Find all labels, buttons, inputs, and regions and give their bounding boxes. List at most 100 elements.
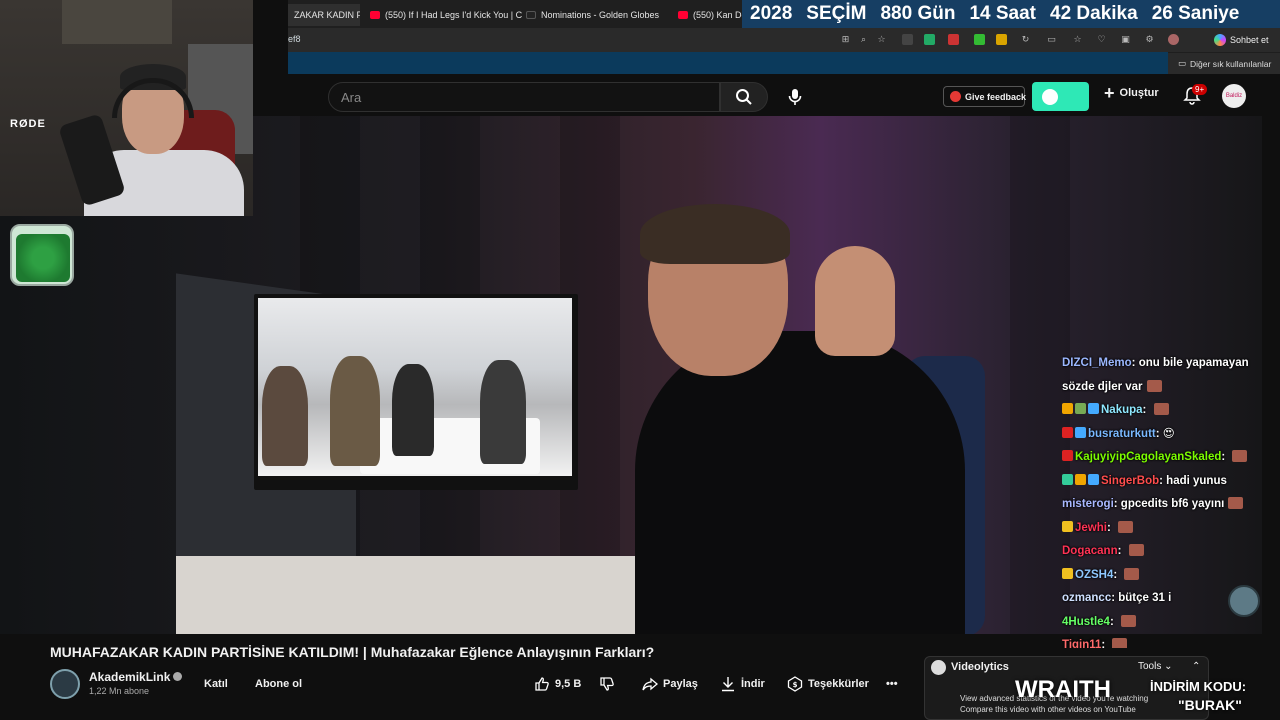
chat-username[interactable]: 4Hustle4 [1062, 616, 1110, 628]
chat-username[interactable]: OZSH4 [1075, 569, 1113, 581]
videolytics-title: Videolytics [951, 661, 1009, 673]
tab-kan-don[interactable]: (550) Kan Don [672, 4, 746, 26]
chat-message: OZSH4: [1062, 564, 1276, 588]
videolytics-line-2[interactable]: Compare this video with other videos on … [960, 705, 1136, 714]
chat-username[interactable]: Tigin11 [1062, 639, 1101, 648]
plus-icon: + [1104, 83, 1115, 103]
join-button[interactable]: Katıl [204, 672, 228, 696]
thumbs-up-icon [535, 677, 549, 691]
more-actions-button[interactable]: ••• [886, 672, 898, 696]
split-screen-icon[interactable]: ▭ [1046, 34, 1057, 45]
thanks-button[interactable]: $ Teşekkürler [787, 672, 869, 696]
chat-button-label: Sohbet et [1230, 35, 1269, 45]
other-favorites[interactable]: ▭ Diğer sık kullanılanlar [1178, 58, 1271, 69]
star-icon[interactable]: ☆ [876, 34, 887, 45]
scene-person [330, 356, 380, 466]
extension-icon[interactable] [996, 34, 1007, 45]
chat-username[interactable]: misterogi [1062, 498, 1114, 510]
apps-icon[interactable]: ⊞ [840, 34, 851, 45]
like-count: 9,5 B [555, 678, 582, 690]
extension-icon[interactable] [948, 34, 959, 45]
donation-jar-widget [10, 224, 74, 286]
download-button[interactable]: İndir [720, 672, 765, 696]
folder-icon: ▭ [1178, 58, 1187, 68]
chat-username[interactable]: busraturkutt [1088, 428, 1156, 440]
wall-shelf [62, 0, 172, 44]
search-input[interactable]: Ara [328, 82, 720, 112]
verified-icon [173, 672, 183, 681]
give-feedback-button[interactable]: Give feedback [943, 86, 1027, 107]
youtube-icon [370, 11, 380, 19]
chat-text: 😍 [1162, 427, 1175, 440]
videolytics-tools-dropdown[interactable]: Tools ⌄ [1138, 661, 1173, 672]
chat-message: misterogi: gpcedits bf6 yayını [1062, 493, 1276, 517]
chat-username[interactable]: SingerBob [1101, 475, 1159, 487]
zoom-icon[interactable]: ⌕ [858, 34, 869, 45]
account-avatar[interactable]: Baldiz [1222, 84, 1246, 108]
settings-icon[interactable]: ⚙ [1144, 34, 1155, 45]
chat-badge-icon [1088, 403, 1099, 414]
extension-icon[interactable] [974, 34, 985, 45]
feedback-label: Give feedback [965, 91, 1027, 102]
channel-name[interactable]: AkademikLink [89, 670, 183, 684]
chat-username[interactable]: ozmancc [1062, 592, 1111, 604]
chat-separator: : [1113, 568, 1121, 581]
chat-username[interactable]: Dogacann [1062, 545, 1118, 557]
jar-contents [16, 234, 70, 282]
chat-badge-icon [1062, 473, 1073, 485]
chat-username[interactable]: DIZCI_Memo [1062, 357, 1132, 369]
chat-separator: : [1155, 427, 1163, 440]
super-thanks-icon: $ [787, 676, 803, 692]
chat-emote-icon [1232, 450, 1248, 462]
chat-username[interactable]: Nakupa [1101, 404, 1143, 416]
share-button[interactable]: Paylaş [642, 672, 698, 696]
youtube-icon [678, 11, 688, 19]
refresh-icon[interactable]: ↻ [1020, 34, 1031, 45]
chat-separator: : [1106, 521, 1114, 534]
chat-separator: : [1101, 639, 1109, 648]
voice-search-button[interactable] [780, 82, 810, 112]
channel-avatar[interactable] [50, 669, 80, 699]
chat-badge-icon [1062, 567, 1073, 579]
tab-current[interactable]: ZAKAR KADIN PAR ✕ [288, 4, 360, 26]
tab-if-i-had-legs[interactable]: (550) If I Had Legs I'd Kick You | C ✕ [364, 4, 522, 26]
extension-icon[interactable] [924, 34, 935, 45]
promo-label: İNDİRİM KODU: [1150, 679, 1247, 694]
subscribe-label: Abone ol [255, 678, 303, 690]
like-button[interactable]: 9,5 B [534, 672, 581, 696]
sponsor-brand: WRAITH [1015, 676, 1111, 703]
chat-emote-icon [1128, 544, 1144, 556]
feedback-icon [950, 91, 961, 102]
share-label: Paylaş [663, 678, 698, 690]
copilot-chat-button[interactable]: Sohbet et [1214, 34, 1269, 46]
create-button[interactable]: + Oluştur [1104, 83, 1159, 103]
thumbs-down-icon [600, 677, 614, 691]
video-title: MUHAFAZAKAR KADIN PARTİSİNE KATILDIM! | … [50, 644, 655, 660]
background-curtain [1010, 116, 1070, 634]
chat-badge-icon [1075, 426, 1086, 438]
collapse-icon[interactable]: ⌃ [1192, 661, 1200, 672]
other-favorites-label: Diğer sık kullanılanlar [1190, 58, 1272, 69]
subscribe-button[interactable]: Abone ol [255, 672, 302, 696]
browser-essentials-icon[interactable]: ♡ [1096, 34, 1107, 45]
chat-message: KajuyiyipCagolayanSkaled: [1062, 446, 1276, 470]
notification-count-badge: 9+ [1192, 84, 1208, 95]
svg-text:$: $ [793, 681, 798, 689]
chat-separator: : [1131, 357, 1139, 369]
extension-toggle[interactable] [1032, 82, 1089, 111]
share-icon [642, 677, 658, 691]
extension-icon[interactable] [902, 34, 913, 45]
dislike-button[interactable] [599, 672, 615, 696]
profile-icon[interactable] [1168, 34, 1179, 45]
search-button[interactable] [720, 82, 768, 112]
chat-username[interactable]: KajuyiyipCagolayanSkaled [1075, 451, 1221, 463]
tools-label: Tools [1138, 661, 1162, 672]
tab-golden-globes[interactable]: Nominations - Golden Globes ✕ [520, 4, 670, 26]
favorites-icon[interactable]: ☆ [1072, 34, 1083, 45]
chat-username[interactable]: Jewhi [1075, 522, 1107, 534]
collections-icon[interactable]: ▣ [1120, 34, 1131, 45]
url-field[interactable]: ef8 [288, 34, 301, 44]
countdown-minutes: 42 Dakika [1050, 3, 1138, 24]
chat-message: Jewhi: [1062, 517, 1276, 541]
scene-person [392, 364, 434, 456]
